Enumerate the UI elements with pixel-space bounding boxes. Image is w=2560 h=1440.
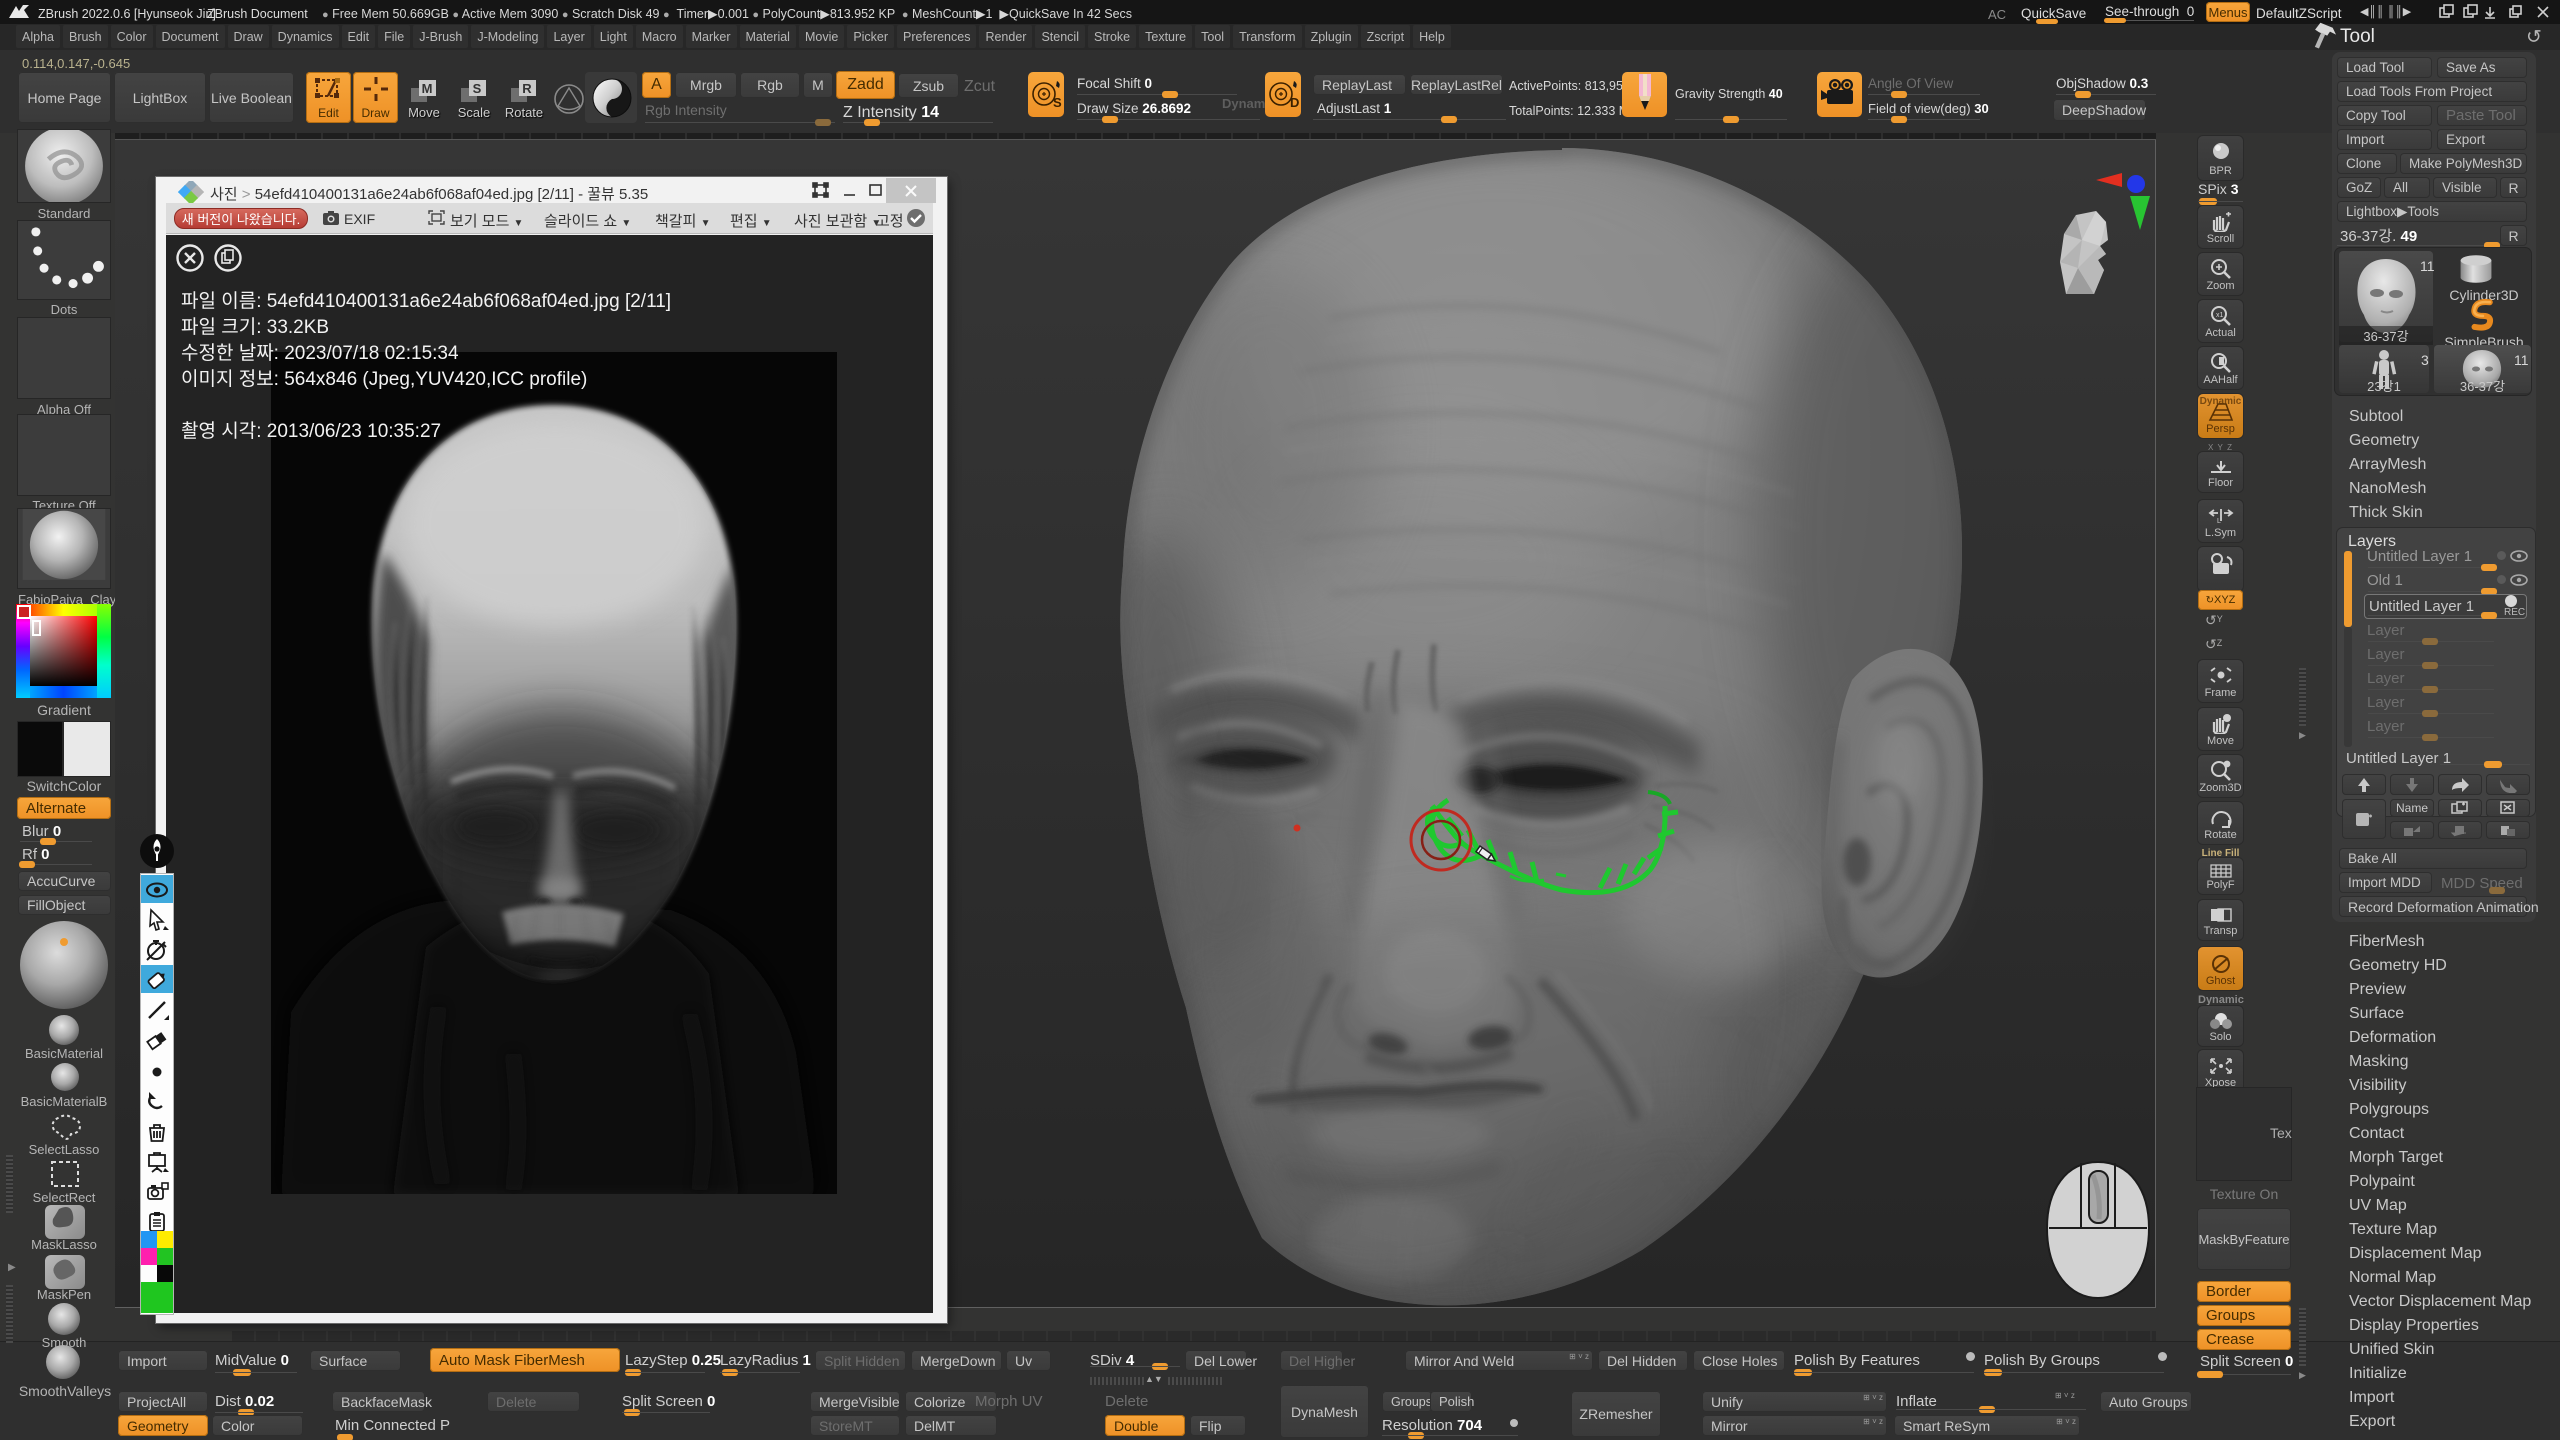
svg-text:R: R bbox=[522, 81, 532, 96]
svg-text:L: L bbox=[2217, 518, 2221, 525]
svg-text:S: S bbox=[1053, 95, 1062, 110]
svg-text:D: D bbox=[1290, 95, 1299, 110]
svg-text:S: S bbox=[473, 81, 482, 96]
svg-text:M: M bbox=[422, 81, 433, 96]
svg-text:x1: x1 bbox=[2216, 312, 2224, 319]
